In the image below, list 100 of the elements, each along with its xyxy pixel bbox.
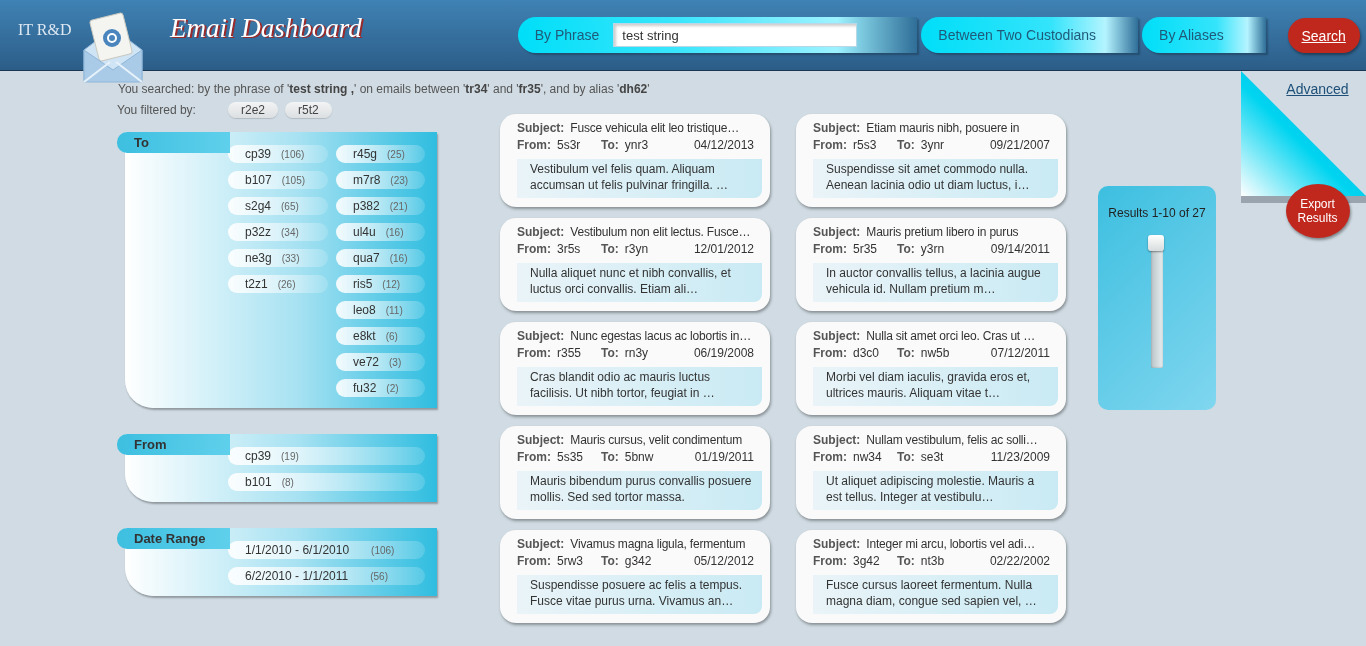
email-card[interactable]: Subject: Mauris pretium libero in purus From: 5r35 To: y3rn 09/14/2011 In auctor convallis tellus, a lacinia augue vehicula id. Nullam pretium m… bbox=[796, 218, 1066, 311]
search-button[interactable]: Search bbox=[1287, 18, 1360, 53]
email-date: 01/19/2011 bbox=[694, 450, 755, 464]
slider-thumb[interactable] bbox=[1148, 235, 1164, 251]
item-count: (12) bbox=[382, 278, 401, 290]
facet-item[interactable]: r45g (25) bbox=[336, 145, 425, 163]
email-card[interactable]: Subject: Vivamus magna ligula, fermentum From: 5rw3 To: g342 05/12/2012 Suspendisse posuere ac felis a tempus. Fusce vitae purus urna. Vivamus an… bbox=[500, 530, 770, 623]
subject-label: Subject: bbox=[517, 433, 565, 447]
item-count: (6) bbox=[385, 330, 398, 342]
recipient-alias: nt3b bbox=[920, 554, 946, 568]
email-subject: Mauris cursus, velit condimentum bbox=[570, 433, 742, 447]
advanced-link[interactable]: Advanced bbox=[1286, 81, 1349, 97]
facet-item[interactable]: 1/1/2010 - 6/1/2010 (106) bbox=[228, 541, 425, 559]
facet-item[interactable]: ris5 (12) bbox=[336, 275, 425, 293]
facet-item[interactable]: p32z (34) bbox=[228, 223, 328, 241]
to-label: To: bbox=[897, 554, 915, 568]
sender-alias: 5s3r bbox=[557, 138, 582, 152]
email-excerpt: Vestibulum vel felis quam. Aliquam accumsan ut felis pulvinar fringilla. … bbox=[517, 159, 762, 198]
email-card[interactable]: Subject: Fusce vehicula elit leo tristique… From: 5s3r To: ynr3 04/12/2013 Vestibulum vel felis quam. Aliquam accumsan ut felis pulvinar fringilla. … bbox=[500, 114, 770, 207]
email-subject: Vivamus magna ligula, fermentum bbox=[570, 537, 746, 551]
subject-label: Subject: bbox=[517, 537, 565, 551]
facet-item[interactable]: p382 (21) bbox=[336, 197, 425, 215]
to-label: To: bbox=[897, 242, 915, 256]
item-count: (26) bbox=[277, 278, 296, 290]
facet-item[interactable]: e8kt (6) bbox=[336, 327, 425, 345]
facet-item[interactable]: b107 (105) bbox=[228, 171, 328, 189]
email-card[interactable]: Subject: Nullam vestibulum, felis ac solli… From: nw34 To: se3t 11/23/2009 Ut aliquet adipiscing molestie. Mauris a est tellus. Integer at vestibulu… bbox=[796, 426, 1066, 519]
envelope-icon bbox=[80, 10, 146, 86]
email-subject: Vestibulum non elit lectus. Fusce… bbox=[570, 225, 751, 239]
facet-item[interactable]: cp39 (106) bbox=[228, 145, 328, 163]
email-date: 09/21/2007 bbox=[989, 138, 1051, 152]
from-label: From: bbox=[517, 346, 551, 360]
filter-chip[interactable]: r5t2 bbox=[285, 101, 332, 118]
from-label: From: bbox=[813, 346, 847, 360]
subject-label: Subject: bbox=[517, 225, 565, 239]
to-label: To: bbox=[601, 138, 619, 152]
recipient-alias: nw5b bbox=[920, 346, 951, 360]
item-count: (11) bbox=[385, 304, 403, 316]
recipient-alias: 3ynr bbox=[920, 138, 946, 152]
item-count: (106) bbox=[371, 544, 395, 556]
search-summary: You searched: by the phrase of 'test string ,' on emails between 'tr34' and 'fr35', and by alias 'dh62' bbox=[118, 81, 651, 97]
item-count: (3) bbox=[389, 356, 402, 368]
from-label: From: bbox=[813, 138, 847, 152]
email-card[interactable]: Subject: Vestibulum non elit lectus. Fusce… From: 3r5s To: r3yn 12/01/2012 Nulla aliquet nunc et nibh convallis, et luctus orci convallis. Etiam ali… bbox=[500, 218, 770, 311]
item-count: (8) bbox=[281, 476, 294, 488]
subject-label: Subject: bbox=[813, 433, 861, 447]
facet-item[interactable]: s2g4 (65) bbox=[228, 197, 328, 215]
from-label: From: bbox=[813, 242, 847, 256]
facet-item[interactable]: b101 (8) bbox=[228, 473, 425, 491]
recipient-alias: y3rn bbox=[920, 242, 946, 256]
to-label: To: bbox=[601, 242, 619, 256]
recipient-alias: se3t bbox=[920, 450, 945, 464]
email-excerpt: Suspendisse posuere ac felis a tempus. Fusce vitae purus urna. Vivamus an… bbox=[517, 575, 762, 614]
search-mode-tab[interactable]: By Aliases bbox=[1142, 17, 1266, 53]
email-card[interactable]: Subject: Nulla sit amet orci leo. Cras ut … From: d3c0 To: nw5b 07/12/2011 Morbi vel diam iaculis, gravida eros et, ultrices mauris. Aliquam vitae t… bbox=[796, 322, 1066, 415]
email-excerpt: Fusce cursus laoreet fermentum. Nulla magna diam, congue sed sapien vel, … bbox=[813, 575, 1058, 614]
facet-item[interactable]: leo8 (11) bbox=[336, 301, 425, 319]
from-label: From: bbox=[517, 554, 551, 568]
email-excerpt: Morbi vel diam iaculis, gravida eros et, ultrices mauris. Aliquam vitae t… bbox=[813, 367, 1058, 406]
email-date: 07/12/2011 bbox=[990, 346, 1051, 360]
email-card[interactable]: Subject: Mauris cursus, velit condimentum From: 5s35 To: 5bnw 01/19/2011 Mauris bibendum purus convallis posuere mollis. Sed sed tortor massa. bbox=[500, 426, 770, 519]
email-card[interactable]: Subject: Etiam mauris nibh, posuere in From: r5s3 To: 3ynr 09/21/2007 Suspendisse sit amet commodo nulla. Aenean lacinia odio ut diam luctus, i… bbox=[796, 114, 1066, 207]
facet-item[interactable]: qua7 (16) bbox=[336, 249, 425, 267]
email-excerpt: Mauris bibendum purus convallis posuere mollis. Sed sed tortor massa. bbox=[517, 471, 762, 510]
facet-item[interactable]: 6/2/2010 - 1/1/2011 (56) bbox=[228, 567, 425, 585]
export-results-button[interactable]: Export Results bbox=[1285, 184, 1350, 238]
facet-item[interactable]: m7r8 (23) bbox=[336, 171, 425, 189]
facet-item[interactable]: ne3g (33) bbox=[228, 249, 328, 267]
email-card[interactable]: Subject: Nunc egestas lacus ac lobortis in… From: r355 To: rn3y 06/19/2008 Cras blandit odio ac mauris luctus facilisis. Ut nibh tortor, feugiat in … bbox=[500, 322, 770, 415]
facet-item[interactable]: fu32 (2) bbox=[336, 379, 425, 397]
email-date: 11/23/2009 bbox=[990, 450, 1051, 464]
email-excerpt: In auctor convallis tellus, a lacinia augue vehicula id. Nullam pretium m… bbox=[813, 263, 1058, 302]
item-count: (65) bbox=[281, 200, 299, 212]
sender-alias: 5r35 bbox=[853, 242, 879, 256]
filter-label: You filtered by: bbox=[117, 102, 197, 117]
app-title: Email Dashboard bbox=[168, 12, 363, 45]
sender-alias: r355 bbox=[557, 346, 583, 360]
to-label: To: bbox=[601, 450, 619, 464]
email-subject: Fusce vehicula elit leo tristique… bbox=[570, 121, 739, 135]
phrase-input[interactable]: test string bbox=[613, 23, 858, 47]
email-date: 05/12/2012 bbox=[693, 554, 755, 568]
facet-item[interactable]: t2z1 (26) bbox=[228, 275, 328, 293]
item-count: (16) bbox=[389, 252, 408, 264]
subject-label: Subject: bbox=[813, 121, 861, 135]
facet-item[interactable]: ve72 (3) bbox=[336, 353, 425, 371]
item-count: (23) bbox=[390, 174, 409, 186]
filter-chip[interactable]: r2e2 bbox=[228, 101, 279, 118]
recipient-alias: g342 bbox=[624, 554, 653, 568]
facet-item[interactable]: cp39 (19) bbox=[228, 447, 425, 465]
facet-item[interactable]: ul4u (16) bbox=[336, 223, 425, 241]
email-card[interactable]: Subject: Integer mi arcu, lobortis vel adi… From: 3g42 To: nt3b 02/22/2002 Fusce cursus laoreet fermentum. Nulla magna diam, congue sed sapien vel, … bbox=[796, 530, 1066, 623]
brand-label: IT R&D bbox=[18, 21, 73, 39]
email-date: 09/14/2011 bbox=[990, 242, 1051, 256]
sender-alias: nw34 bbox=[853, 450, 883, 464]
sender-alias: 5rw3 bbox=[557, 554, 584, 568]
item-count: (25) bbox=[387, 148, 405, 160]
recipient-alias: 5bnw bbox=[624, 450, 655, 464]
to-label: To: bbox=[601, 554, 619, 568]
search-mode-tab[interactable]: By Phrase test string bbox=[517, 17, 918, 53]
page-slider[interactable] bbox=[1151, 235, 1163, 368]
